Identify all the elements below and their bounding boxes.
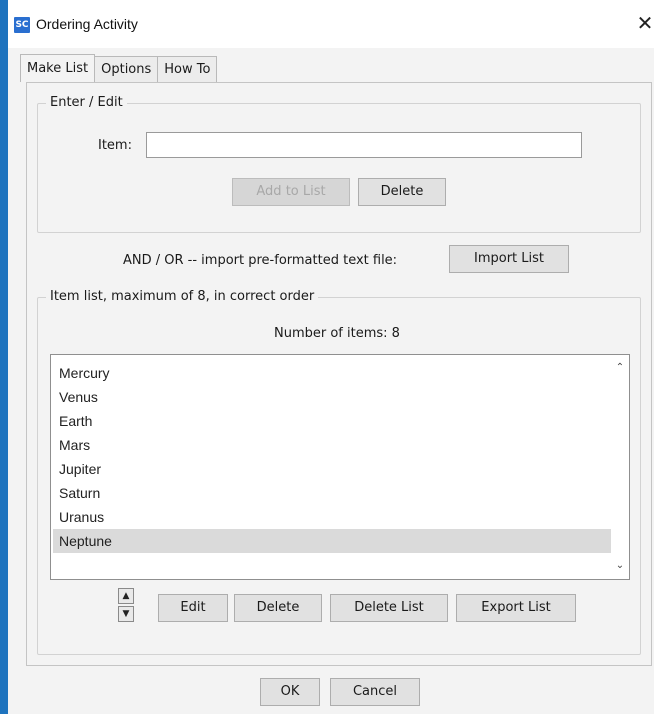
scroll-up-icon[interactable]: ⌃ (611, 359, 629, 377)
tab-options[interactable]: Options (94, 56, 159, 82)
list-item[interactable]: Jupiter (53, 457, 613, 481)
title-bar: SC Ordering Activity ✕ (8, 0, 654, 48)
delete-item-button[interactable]: Delete (358, 178, 446, 206)
cancel-button[interactable]: Cancel (330, 678, 420, 706)
list-item-selected[interactable]: Neptune (53, 529, 613, 553)
enter-edit-group-title: Enter / Edit (46, 95, 127, 110)
ok-button[interactable]: OK (260, 678, 320, 706)
item-list-group: Item list, maximum of 8, in correct orde… (37, 289, 641, 655)
delete-button[interactable]: Delete (234, 594, 322, 622)
list-item[interactable]: Mars (53, 433, 613, 457)
tab-make-list[interactable]: Make List (20, 54, 96, 82)
export-list-button[interactable]: Export List (456, 594, 576, 622)
list-item[interactable]: Uranus (53, 505, 613, 529)
scroll-down-icon[interactable]: ⌄ (611, 557, 629, 575)
item-list-group-title: Item list, maximum of 8, in correct orde… (46, 289, 319, 304)
tab-bar: Make List Options How To (20, 54, 218, 82)
make-list-panel: Enter / Edit Item: Add to List Delete AN… (26, 82, 652, 666)
item-input[interactable] (146, 132, 582, 158)
list-item[interactable]: Saturn (53, 481, 613, 505)
tab-how-to[interactable]: How To (157, 56, 218, 82)
close-icon[interactable]: ✕ (636, 12, 654, 34)
list-item[interactable]: Venus (53, 385, 613, 409)
enter-edit-group: Enter / Edit Item: Add to List Delete (37, 95, 641, 233)
list-item[interactable]: Earth (53, 409, 613, 433)
delete-list-button[interactable]: Delete List (330, 594, 448, 622)
item-label: Item: (98, 138, 132, 153)
ordering-activity-window: SC Ordering Activity ✕ Make List Options… (0, 0, 654, 714)
window-title: Ordering Activity (36, 16, 138, 32)
move-up-arrow-icon[interactable]: ▲ (118, 588, 134, 604)
move-down-arrow-icon[interactable]: ▼ (118, 606, 134, 622)
list-scrollbar[interactable]: ⌃ ⌄ (611, 355, 629, 579)
add-to-list-button[interactable]: Add to List (232, 178, 350, 206)
import-text: AND / OR -- import pre-formatted text fi… (123, 253, 398, 268)
item-count-text: Number of items: 8 (274, 326, 400, 341)
list-item[interactable]: Mercury (53, 361, 613, 385)
edit-button[interactable]: Edit (158, 594, 228, 622)
item-listbox[interactable]: Mercury Venus Earth Mars Jupiter Saturn … (50, 354, 630, 580)
import-list-button[interactable]: Import List (449, 245, 569, 273)
app-icon: SC (14, 17, 30, 33)
